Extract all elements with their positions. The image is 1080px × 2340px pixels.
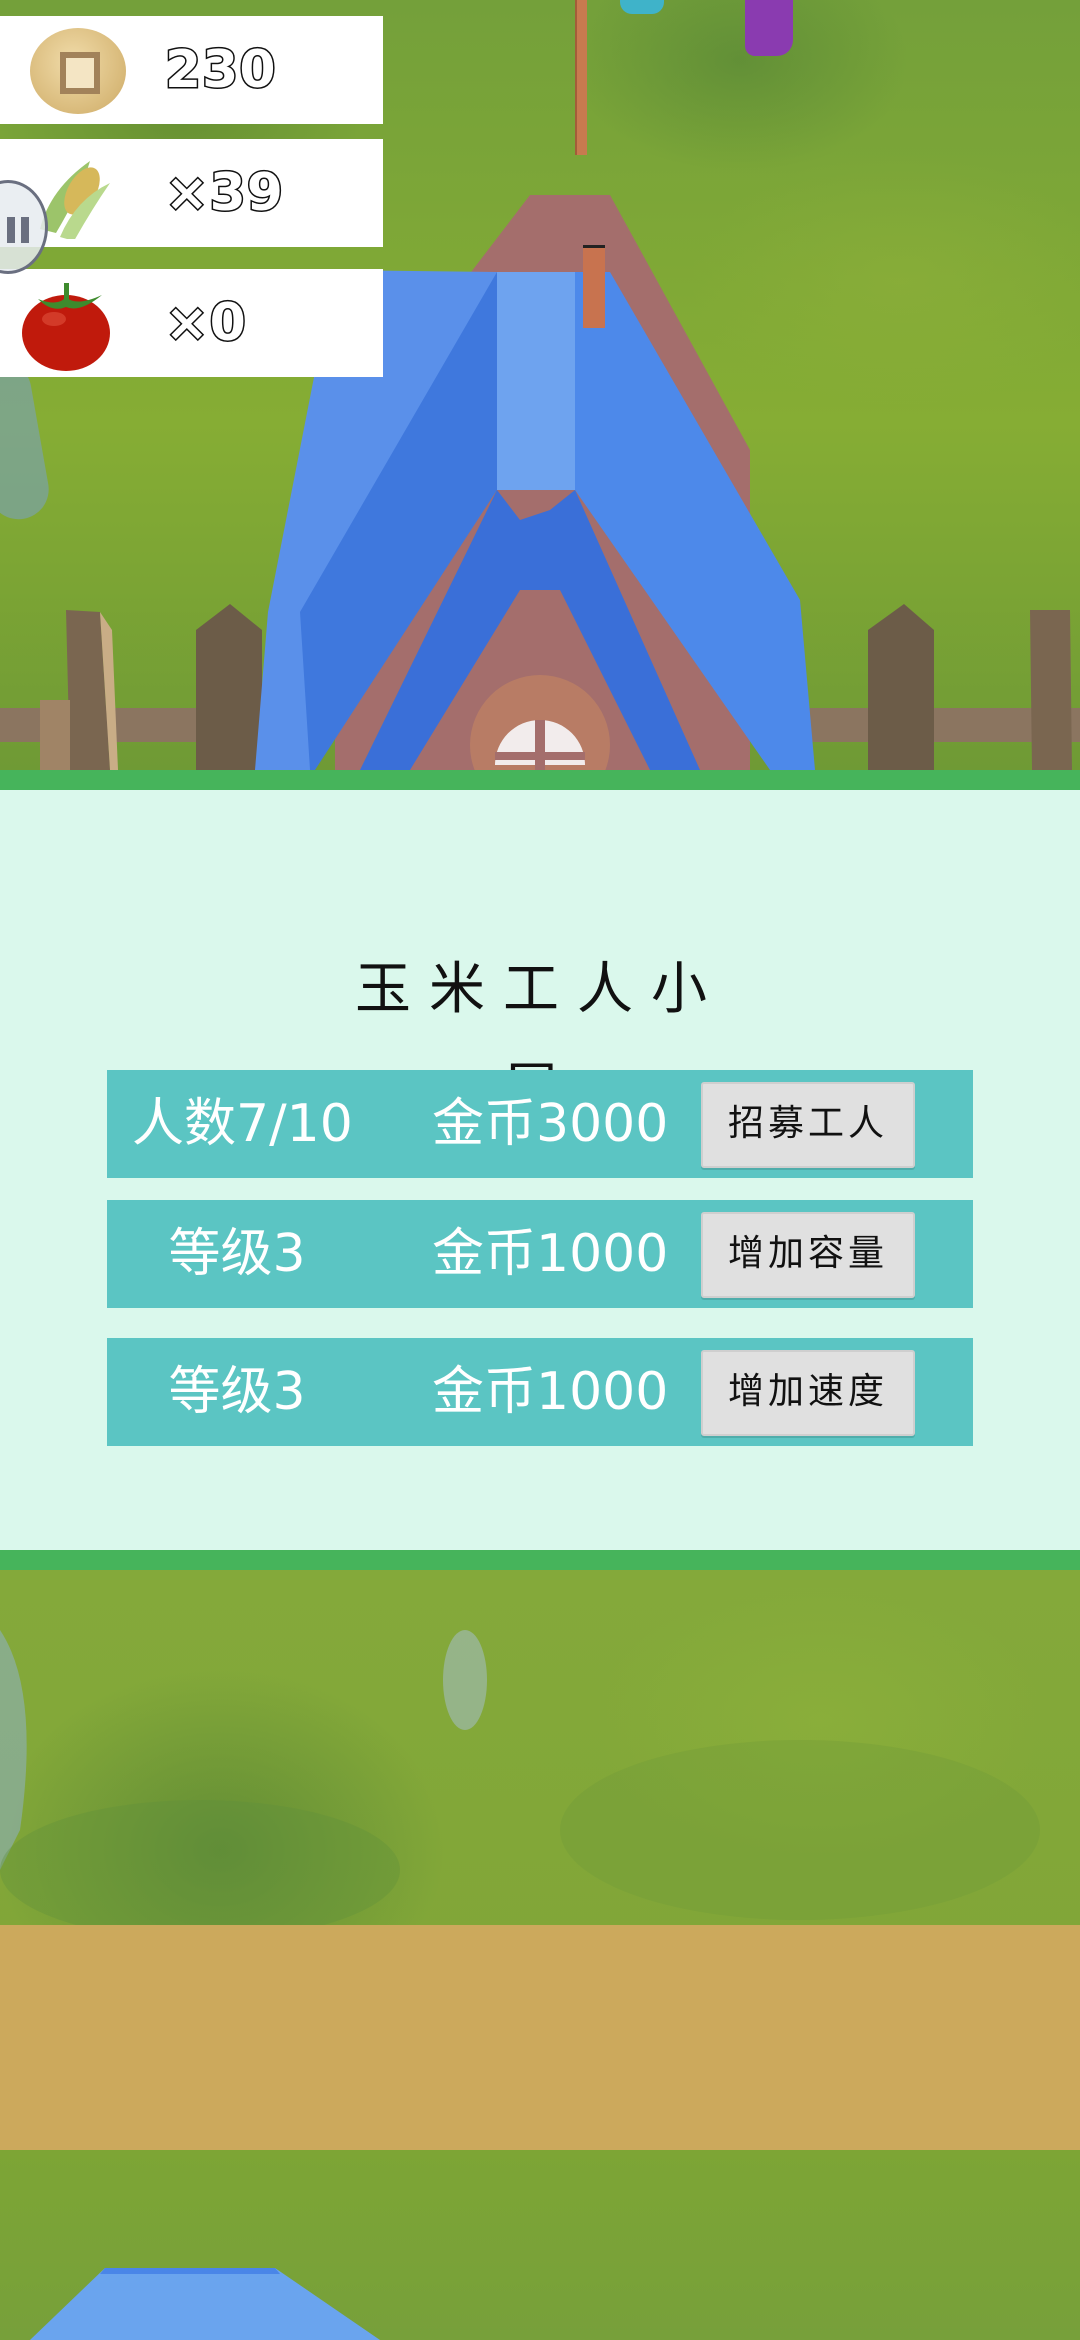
increase-speed-button[interactable]: 增加速度 [701,1350,915,1436]
coin-icon [30,28,126,114]
speed-level-label: 等级3 [168,1362,306,1422]
dirt-path [0,1925,1080,2150]
hut-roof-bottom [30,2268,380,2340]
grass-texture [0,1630,1040,1925]
upgrade-panel: 玉米工人小屋 人数7/10 金币3000 招募工人 等级3 金币1000 增加容… [0,770,1080,1570]
worker-count-label: 人数7/10 [132,1094,353,1154]
speed-cost-label: 金币1000 [432,1362,669,1422]
increase-capacity-button[interactable]: 增加容量 [701,1212,915,1298]
coin-count: 230 [164,39,278,102]
farm-scene-bottom [0,1570,1080,2340]
game-stage: 230 ×39 ×0 玉米工人小屋 人数7/10 金币3000 招募工人 等级3 [0,0,1080,2340]
recruit-cost-label: 金币3000 [432,1094,669,1154]
upgrade-row-speed: 等级3 金币1000 增加速度 [107,1338,973,1446]
corn-count: ×39 [164,162,285,225]
panel-title: 玉米工人小屋 [355,957,725,1122]
recruit-worker-button[interactable]: 招募工人 [701,1082,915,1168]
tomato-count: ×0 [164,292,248,355]
coin-counter: 230 [0,16,383,124]
chimney [583,245,605,328]
upgrade-row-workers: 人数7/10 金币3000 招募工人 [107,1070,973,1178]
tomato-counter: ×0 [0,269,383,377]
upgrade-row-capacity: 等级3 金币1000 增加容量 [107,1200,973,1308]
corn-counter: ×39 [0,139,383,247]
capacity-level-label: 等级3 [168,1224,306,1284]
tomato-icon [22,283,110,371]
capacity-cost-label: 金币1000 [432,1224,669,1284]
